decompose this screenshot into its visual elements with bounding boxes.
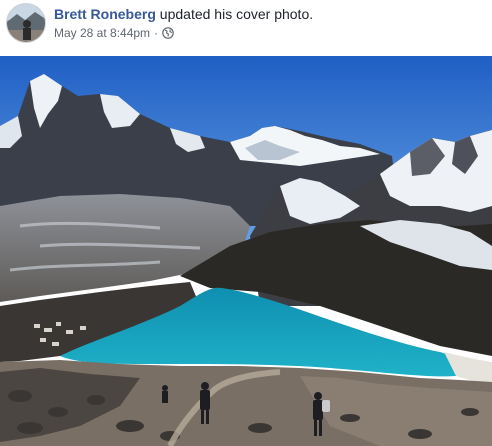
post-headline: Brett Roneberg updated his cover photo. — [54, 5, 313, 23]
post-action-text: updated his cover photo. — [159, 6, 314, 22]
cover-photo[interactable] — [0, 56, 492, 446]
avatar[interactable] — [6, 3, 46, 43]
author-name-link[interactable]: Brett Roneberg — [54, 6, 156, 22]
globe-icon[interactable] — [162, 27, 174, 39]
post-meta: May 28 at 8:44pm · — [54, 25, 174, 41]
post-header: Brett Roneberg updated his cover photo. … — [0, 0, 492, 56]
post-timestamp-link[interactable]: May 28 at 8:44pm — [54, 25, 150, 41]
meta-separator: · — [154, 26, 159, 40]
